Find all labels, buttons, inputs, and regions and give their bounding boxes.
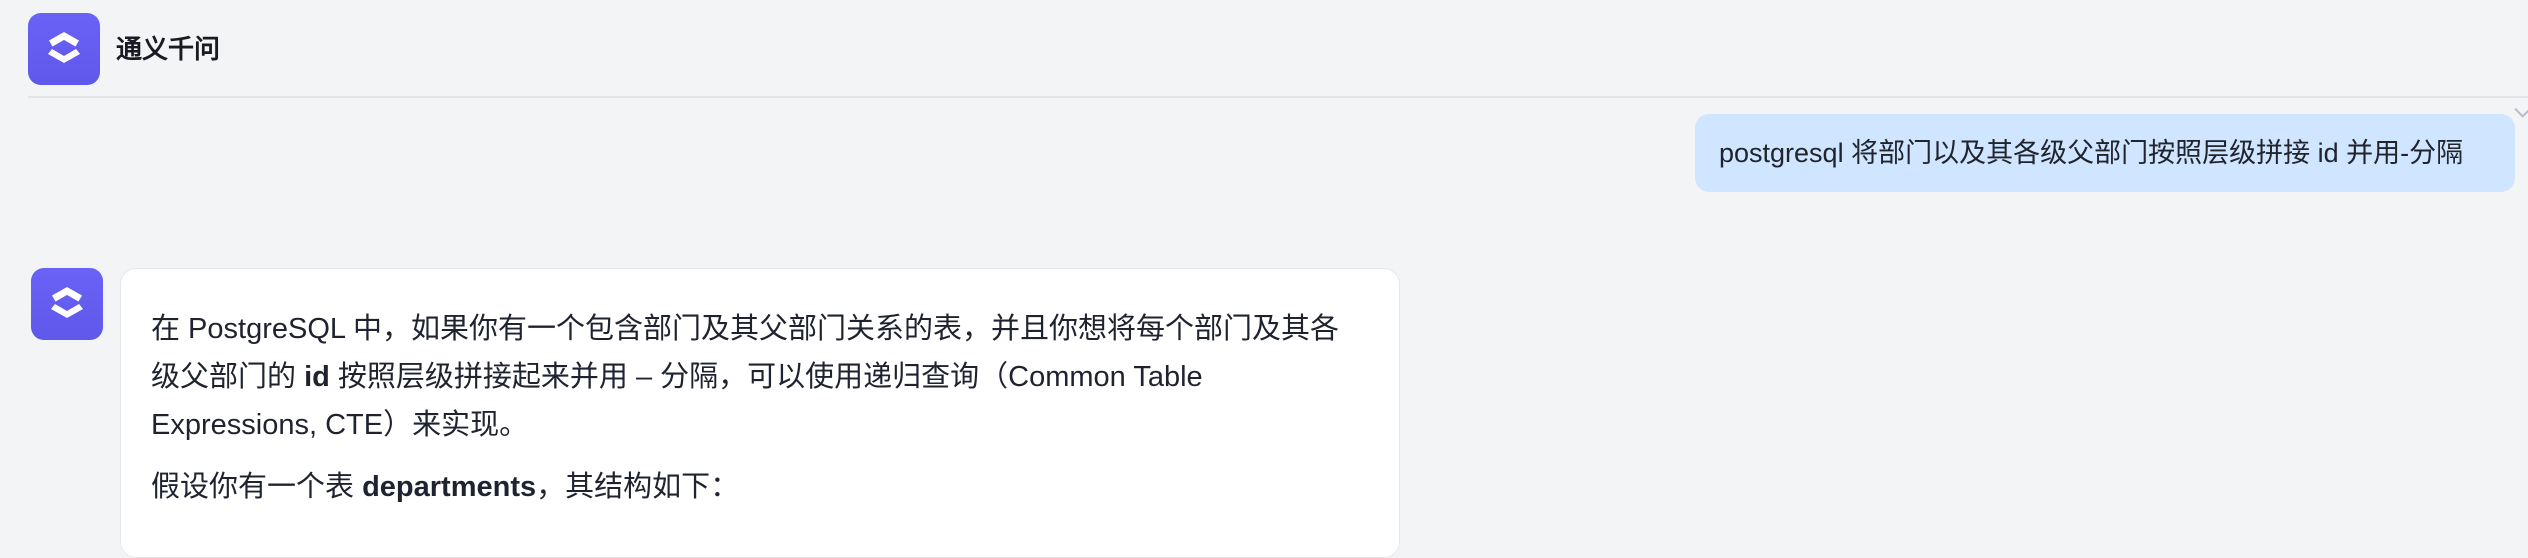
- assistant-paragraph-table-strong: departments: [362, 471, 537, 503]
- app-header: 通义千问: [0, 0, 2528, 98]
- header-divider: [28, 96, 2528, 98]
- assistant-paragraph-intro-strong: id: [304, 361, 330, 393]
- assistant-paragraph-table: 假设你有一个表 departments，其结构如下：: [151, 463, 1365, 511]
- assistant-paragraph-table-lead: 假设你有一个表: [151, 471, 363, 503]
- user-message-bubble[interactable]: postgresql 将部门以及其各级父部门按照层级拼接 id 并用-分隔: [1695, 114, 2515, 192]
- assistant-paragraph-table-tail: ，其结构如下：: [536, 471, 740, 503]
- app-title: 通义千问: [116, 34, 221, 64]
- qwen-avatar-icon: [51, 287, 83, 318]
- app-logo[interactable]: [28, 13, 100, 85]
- assistant-paragraph-intro: 在 PostgreSQL 中，如果你有一个包含部门及其父部门关系的表，并且你想将…: [151, 305, 1365, 449]
- assistant-avatar: [31, 268, 103, 340]
- assistant-message-card[interactable]: 在 PostgreSQL 中，如果你有一个包含部门及其父部门关系的表，并且你想将…: [120, 268, 1400, 558]
- user-message-text: postgresql 将部门以及其各级父部门按照层级拼接 id 并用-分隔: [1719, 138, 2464, 168]
- qwen-logo-icon: [48, 32, 80, 63]
- chevron-down-icon[interactable]: [2514, 102, 2528, 118]
